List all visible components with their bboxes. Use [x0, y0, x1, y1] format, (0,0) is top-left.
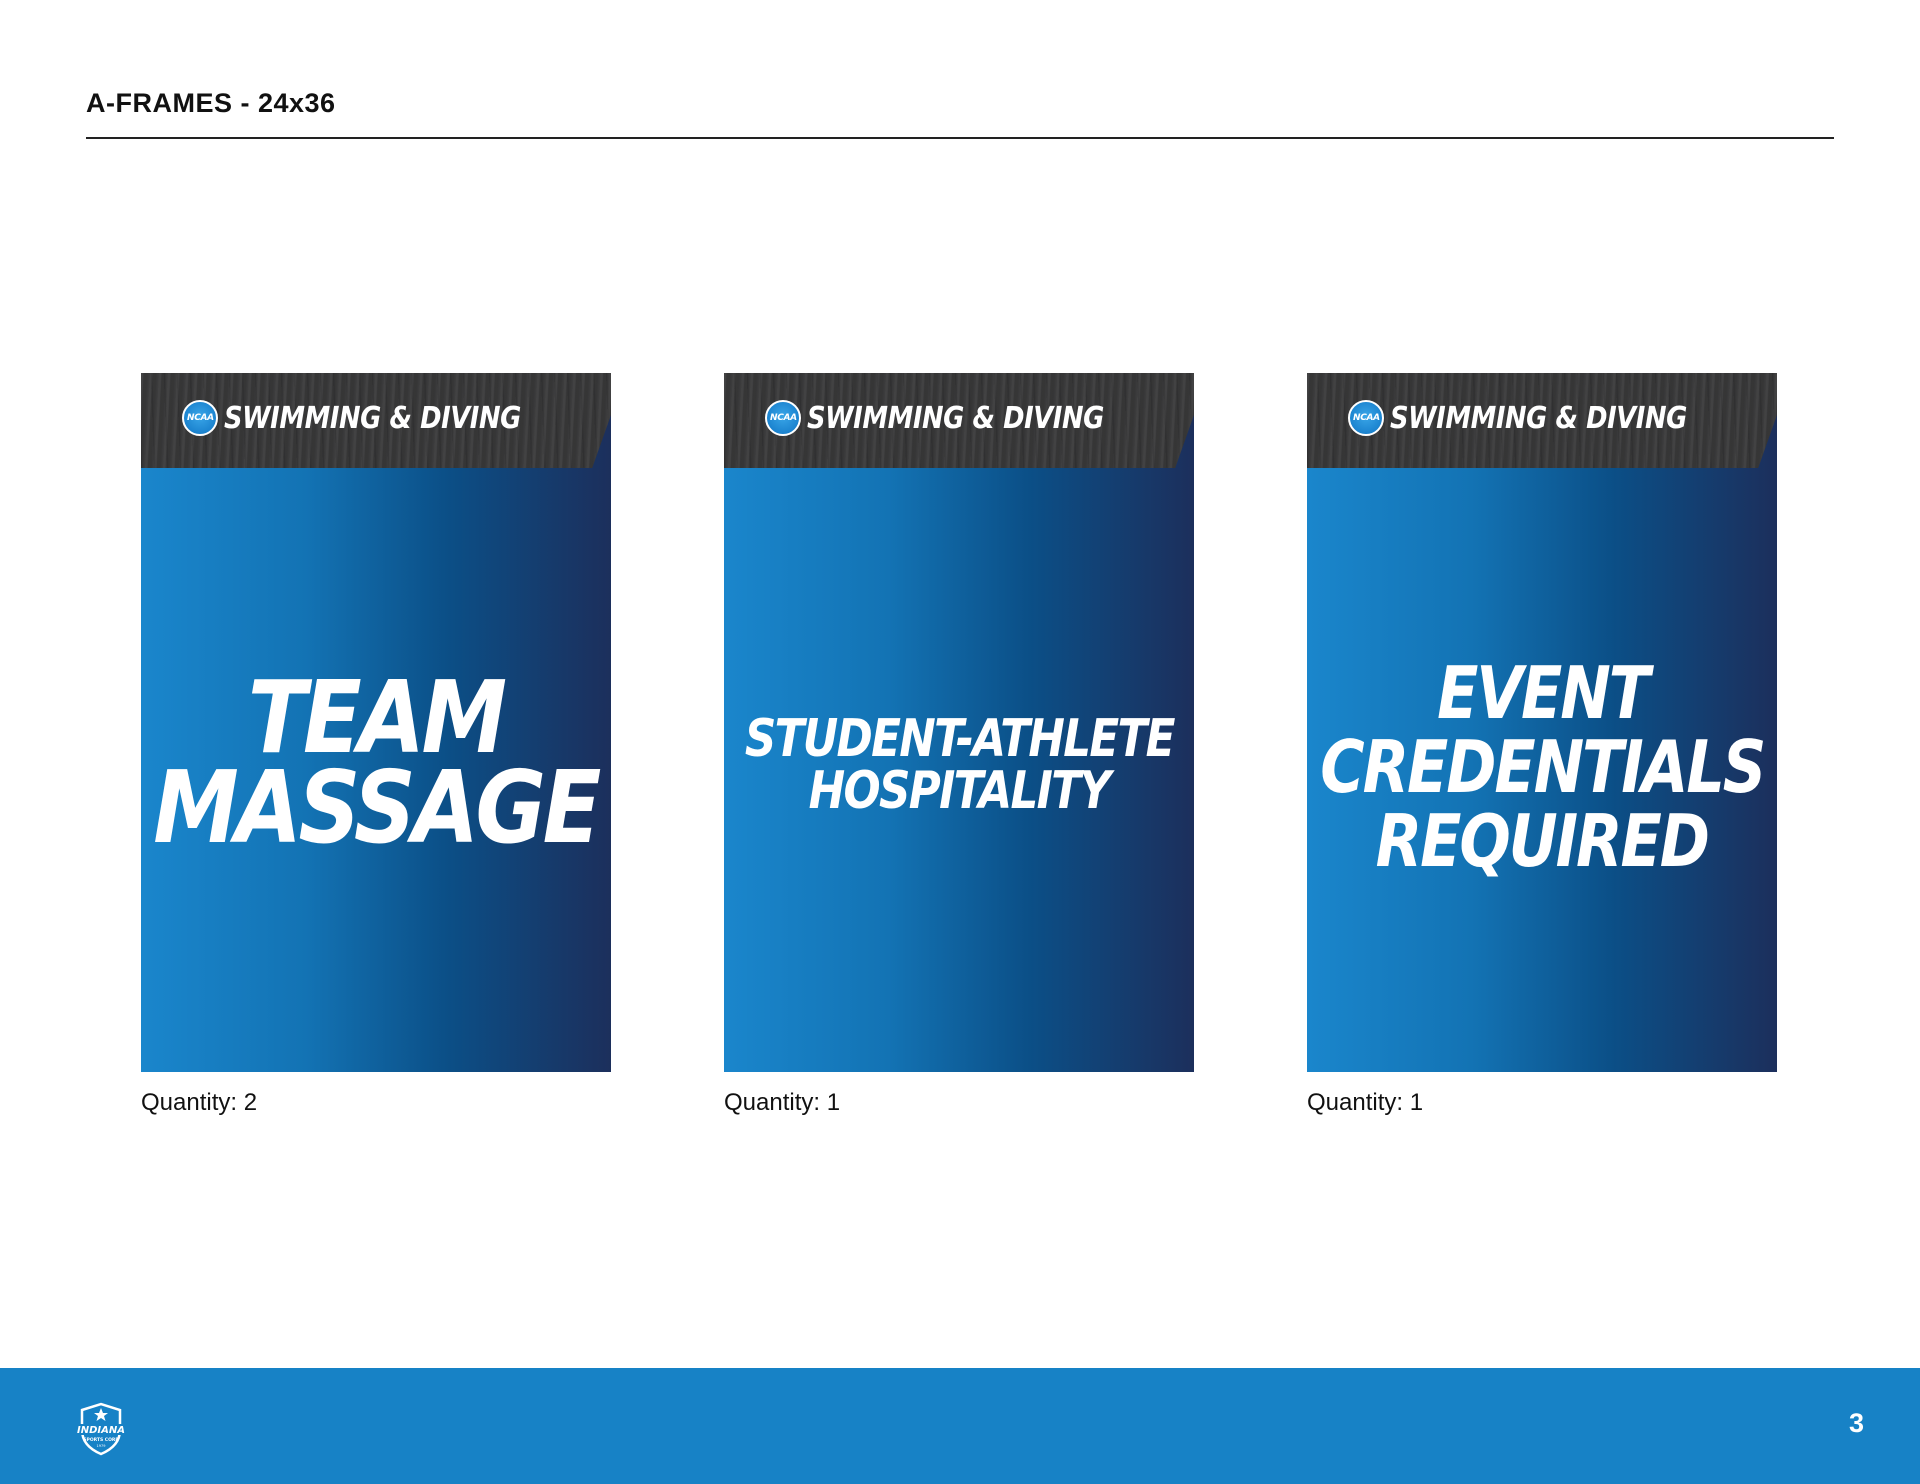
sign-header-text: SWIMMING & DIVING: [807, 400, 1105, 436]
sign-message-line: CREDENTIALS: [1320, 725, 1766, 809]
a-frame-sign-team-massage: NCAA SWIMMING & DIVING TEAM MASSAGE: [141, 373, 611, 1072]
a-frame-sign-student-athlete-hospitality: NCAA SWIMMING & DIVING STUDENT-ATHLETE H…: [724, 373, 1194, 1072]
sign-quantity: Quantity: 1: [1307, 1089, 1424, 1116]
logo-subtext: SPORTS CORP: [83, 1437, 119, 1443]
sign-message: TEAM MASSAGE: [141, 668, 611, 866]
sign-message-line: HOSPITALITY: [808, 761, 1111, 821]
page-number: 3: [1848, 1408, 1864, 1438]
title-divider: [86, 137, 1834, 139]
sign-header-text: SWIMMING & DIVING: [1390, 400, 1688, 436]
sign-message-line: MASSAGE: [153, 749, 602, 866]
sign-header-content: NCAA SWIMMING & DIVING: [1307, 400, 1777, 436]
ncaa-logo-icon: NCAA: [765, 400, 802, 436]
sign-message-line: EVENT: [1436, 651, 1650, 735]
a-frame-sign-event-credentials-required: NCAA SWIMMING & DIVING EVENT CREDENTIALS…: [1307, 373, 1777, 1072]
sign-message: STUDENT-ATHLETE HOSPITALITY: [724, 713, 1194, 817]
ncaa-logo-icon: NCAA: [1348, 400, 1385, 436]
sign-header-content: NCAA SWIMMING & DIVING: [141, 400, 611, 436]
indiana-sports-corp-logo-icon: INDIANA SPORTS CORP 1979: [72, 1402, 130, 1456]
logo-text: INDIANA: [77, 1425, 125, 1436]
sign-message-line: STUDENT-ATHLETE: [744, 709, 1176, 769]
sign-message-line: REQUIRED: [1375, 799, 1710, 883]
logo-year: 1979: [97, 1444, 106, 1448]
sign-quantity: Quantity: 1: [724, 1089, 841, 1116]
ncaa-logo-icon: NCAA: [182, 400, 219, 436]
page-title: A-FRAMES - 24x36: [86, 88, 336, 118]
sign-message: EVENT CREDENTIALS REQUIRED: [1307, 656, 1777, 878]
footer-bar: INDIANA SPORTS CORP 1979 3: [0, 1368, 1920, 1484]
sign-quantity: Quantity: 2: [141, 1089, 258, 1116]
sign-header-text: SWIMMING & DIVING: [224, 400, 522, 436]
sign-header-content: NCAA SWIMMING & DIVING: [724, 400, 1194, 436]
